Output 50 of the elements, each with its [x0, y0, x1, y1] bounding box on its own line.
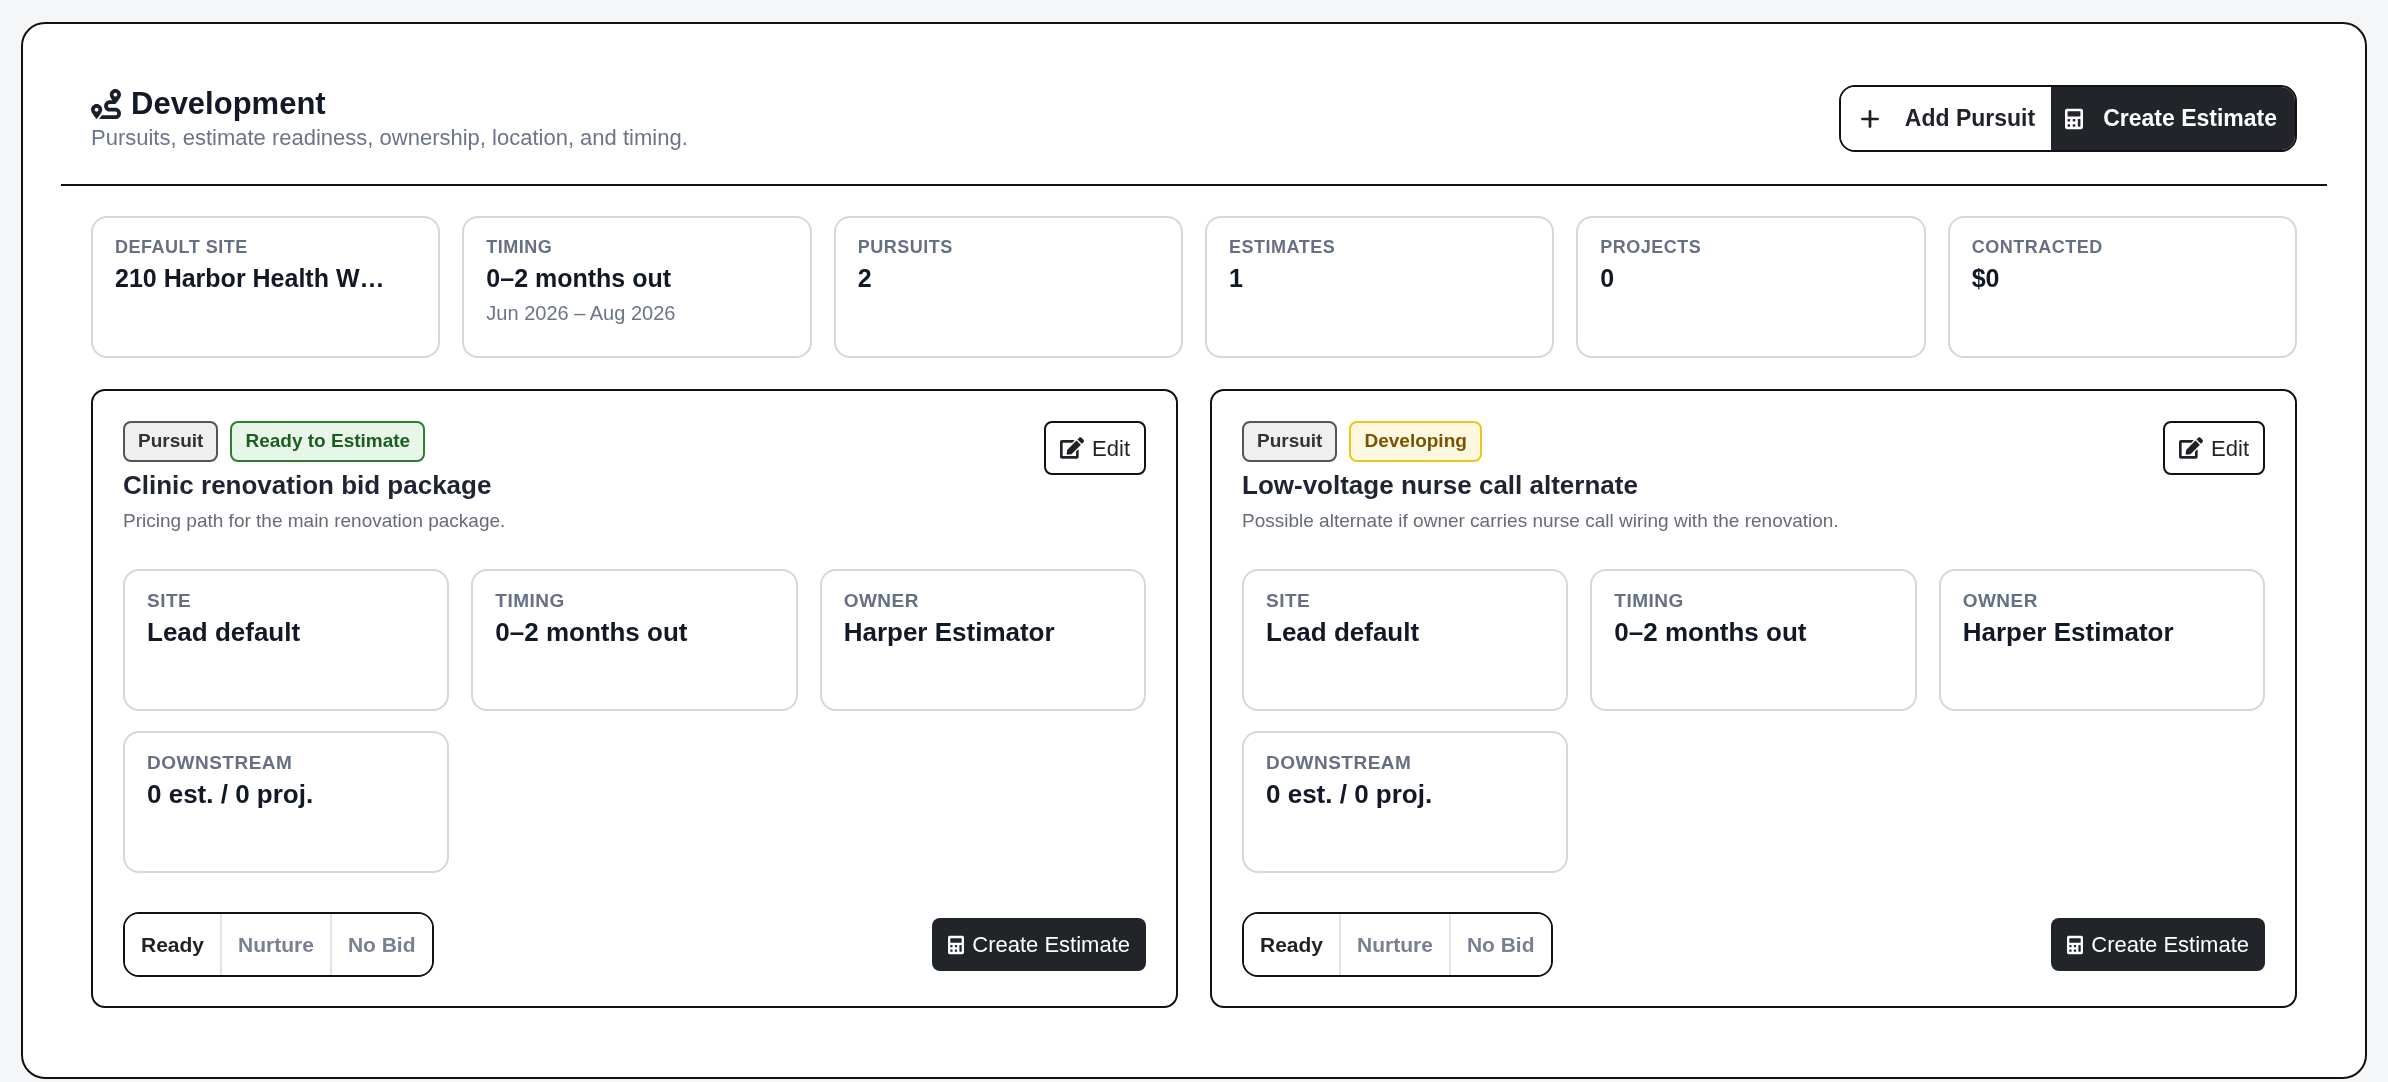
- field-value: 0 est. / 0 proj.: [1266, 778, 1433, 811]
- status-option[interactable]: No Bid: [1448, 914, 1551, 975]
- field-value: 0–2 months out: [1614, 616, 1807, 649]
- pursuit-title: Clinic renovation bid package: [123, 469, 492, 502]
- stat-label: PROJECTS: [1600, 236, 1702, 258]
- route-icon: [91, 88, 121, 119]
- stat-value: 0: [1600, 263, 1615, 294]
- field-label: SITE: [1266, 590, 1311, 612]
- status-badge: Developing: [1349, 421, 1482, 462]
- field-label: OWNER: [1962, 590, 2038, 612]
- edit-button[interactable]: Edit: [2163, 421, 2265, 475]
- field-value: Lead default: [147, 616, 301, 649]
- stat-value: 210 Harbor Health W…: [115, 263, 385, 294]
- calculator-icon: [948, 933, 965, 956]
- stat-label: TIMING: [486, 236, 553, 258]
- field-label: DOWNSTREAM: [147, 752, 293, 774]
- stat-value: 2: [857, 263, 872, 294]
- stat-label: PURSUITS: [857, 236, 953, 258]
- pursuit-description: Pricing path for the main renovation package.: [123, 509, 506, 533]
- create-estimate-button[interactable]: Create Estimate: [932, 918, 1146, 971]
- stat-value: 1: [1229, 263, 1243, 294]
- type-badge: Pursuit: [123, 421, 219, 462]
- stat-label: DEFAULT SITE: [115, 236, 248, 258]
- create-estimate-button[interactable]: Create Estimate: [2051, 87, 2295, 150]
- stat-label: CONTRACTED: [1971, 236, 2103, 258]
- field-value: 0 est. / 0 proj.: [147, 778, 314, 811]
- status-badge: Ready to Estimate: [230, 421, 426, 462]
- stat-detail: Jun 2026 – Aug 2026: [486, 301, 676, 326]
- field-label: SITE: [147, 590, 192, 612]
- stat-label: ESTIMATES: [1229, 236, 1336, 258]
- edit-button[interactable]: Edit: [1044, 421, 1146, 475]
- field-value: Harper Estimator: [1962, 616, 2174, 649]
- field-value: Lead default: [1266, 616, 1420, 649]
- field-value: 0–2 months out: [495, 616, 688, 649]
- create-estimate-button[interactable]: Create Estimate: [2051, 918, 2265, 971]
- field-label: DOWNSTREAM: [1266, 752, 1412, 774]
- field-label: TIMING: [495, 590, 565, 612]
- type-badge: Pursuit: [1242, 421, 1338, 462]
- stat-value: $0: [1971, 263, 2000, 294]
- field-value: Harper Estimator: [843, 616, 1055, 649]
- pursuit-title: Low-voltage nurse call alternate: [1242, 469, 1638, 502]
- field-label: TIMING: [1614, 590, 1684, 612]
- pursuit-description: Possible alternate if owner carries nurse call wiring with the renovation.: [1242, 509, 1839, 533]
- calculator-icon: [2065, 106, 2084, 131]
- stat-value: 0–2 months out: [486, 263, 672, 294]
- page-subtitle: Pursuits, estimate readiness, ownership, location, and timing.: [91, 123, 688, 152]
- status-option[interactable]: No Bid: [329, 914, 432, 975]
- field-label: OWNER: [843, 590, 919, 612]
- page-title: Development: [131, 85, 326, 122]
- calculator-icon: [2067, 933, 2084, 956]
